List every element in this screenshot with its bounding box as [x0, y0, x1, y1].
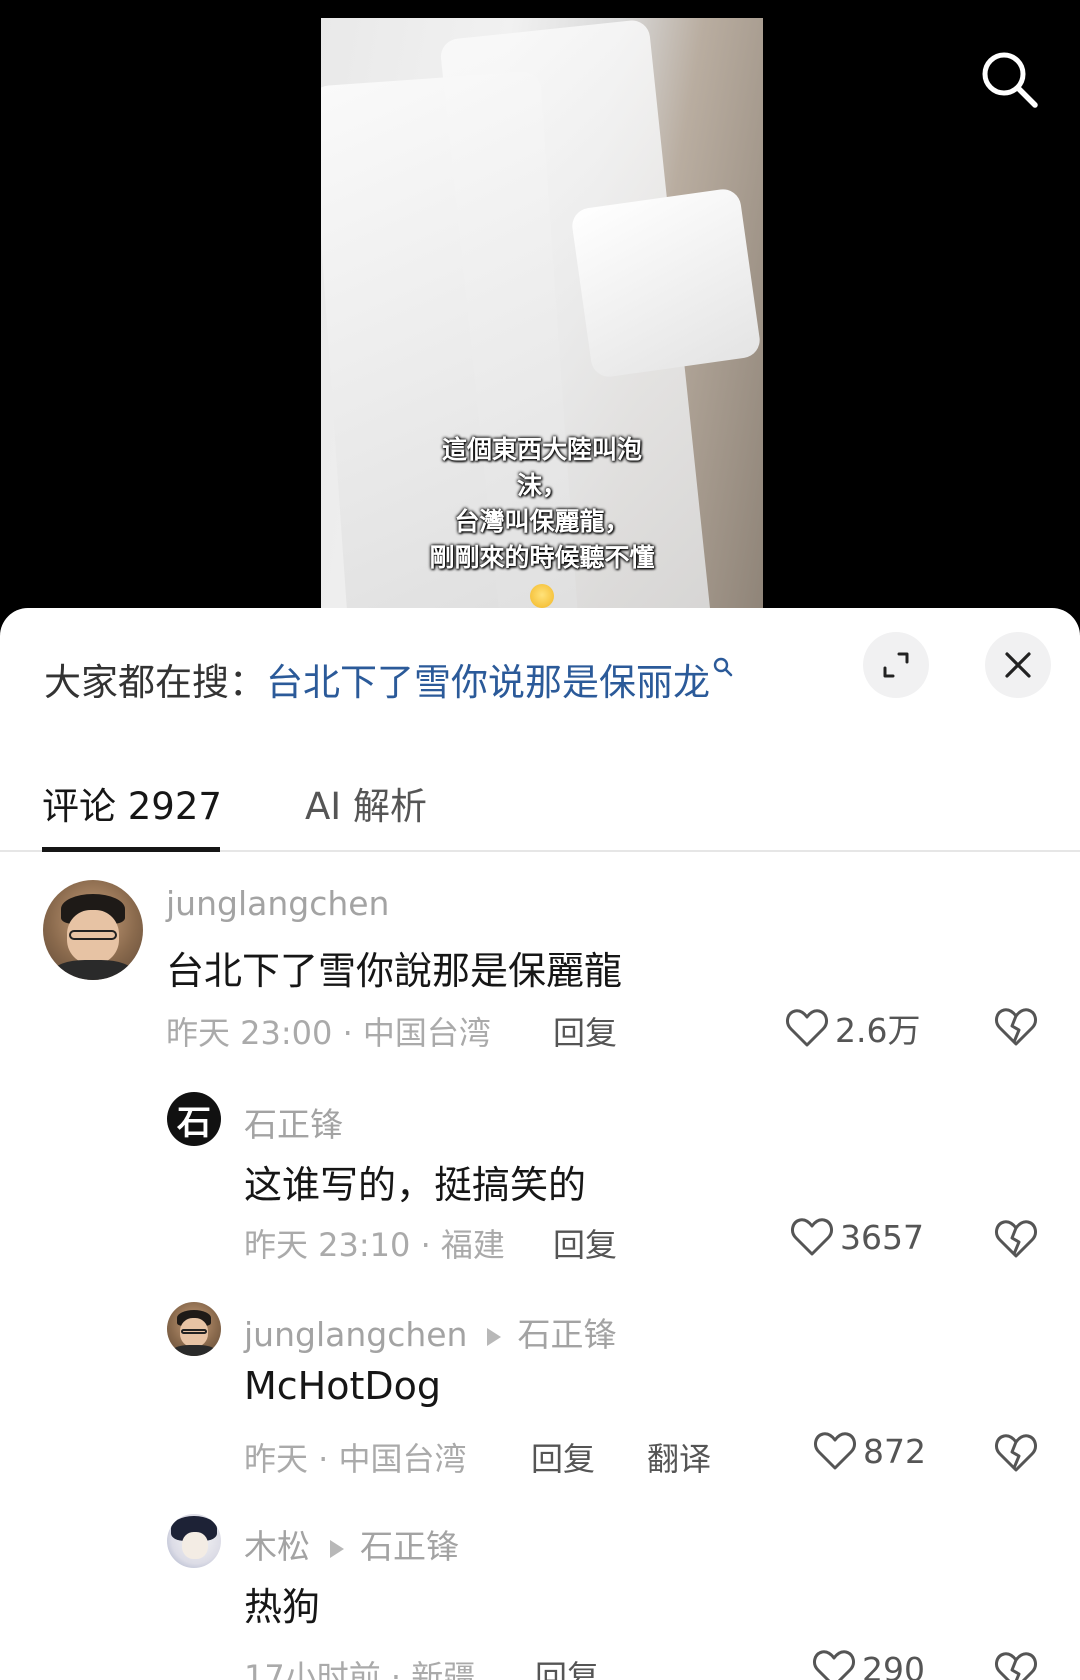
reply-author[interactable]: junglangchen — [244, 1315, 467, 1354]
comment-text: McHotDog — [244, 1364, 442, 1408]
like-button[interactable]: 290 — [812, 1648, 925, 1680]
laughing-emoji-icon — [530, 584, 554, 608]
comment-meta: 昨天 23:10 · 福建 — [244, 1226, 505, 1264]
small-search-icon — [713, 657, 733, 677]
heart-outline-icon — [814, 1432, 856, 1470]
comments-sheet: 大家都在搜：台北下了雪你说那是保丽龙 评论 2927 AI 解析 junglan… — [0, 608, 1080, 1680]
expand-button[interactable] — [863, 632, 929, 698]
broken-heart-icon[interactable] — [994, 1650, 1038, 1680]
comment-meta: 昨天 · 中国台湾 — [244, 1440, 467, 1478]
comment-username[interactable]: 石正锋 — [244, 1098, 343, 1146]
reply-button[interactable]: 回复 — [535, 1652, 599, 1680]
comment-text: 台北下了雪你說那是保麗龍 — [166, 949, 623, 993]
comment-item: junglangchen 石正锋 McHotDog 昨天 · 中国台湾 回复 翻译… — [0, 1302, 1080, 1502]
search-icon[interactable] — [978, 48, 1040, 110]
comment-meta: 17小时前 · 新疆 — [244, 1658, 476, 1680]
reply-target[interactable]: 石正锋 — [517, 1315, 616, 1354]
translate-button[interactable]: 翻译 — [647, 1434, 711, 1480]
reply-button[interactable]: 回复 — [531, 1434, 595, 1480]
comment-item: 石 石正锋 这谁写的，挺搞笑的 昨天 23:10 · 福建 回复 3657 — [0, 1092, 1080, 1292]
video-subtitle: 這個東西大陸叫泡 沫， 台灣叫保麗龍， 剛剛來的時候聽不懂 — [321, 396, 763, 618]
close-button[interactable] — [985, 632, 1051, 698]
video-content — [569, 186, 763, 380]
comment-username[interactable]: junglangchen — [166, 884, 389, 923]
search-suggestion-prefix: 大家都在搜： — [44, 661, 266, 704]
tab-comments[interactable]: 评论 2927 — [42, 776, 222, 830]
active-tab-indicator — [42, 847, 220, 852]
avatar[interactable] — [167, 1302, 221, 1356]
comment-meta: 昨天 23:00 · 中国台湾 — [166, 1014, 491, 1052]
reply-button[interactable]: 回复 — [553, 1220, 617, 1266]
heart-outline-icon — [786, 1009, 828, 1047]
video-frame[interactable]: 這個東西大陸叫泡 沫， 台灣叫保麗龍， 剛剛來的時候聽不懂 — [321, 18, 763, 618]
avatar[interactable] — [167, 1514, 221, 1568]
like-button[interactable]: 872 — [813, 1430, 926, 1472]
like-count: 2.6万 — [835, 1011, 921, 1050]
like-button[interactable]: 2.6万 — [785, 1004, 920, 1052]
reply-arrow-icon — [487, 1327, 502, 1346]
like-count: 872 — [863, 1431, 926, 1471]
comment-username: junglangchen 石正锋 — [244, 1308, 616, 1356]
comment-text: 热狗 — [244, 1585, 321, 1629]
avatar[interactable]: 石 — [167, 1092, 221, 1146]
expand-icon — [883, 652, 909, 678]
video-player[interactable]: 這個東西大陸叫泡 沫， 台灣叫保麗龍， 剛剛來的時候聽不懂 — [0, 0, 1080, 640]
search-suggestion[interactable]: 大家都在搜：台北下了雪你说那是保丽龙 — [44, 652, 734, 706]
reply-author[interactable]: 木松 — [244, 1527, 310, 1566]
comment-item: junglangchen 台北下了雪你說那是保麗龍 昨天 23:00 · 中国台… — [0, 880, 1080, 1080]
like-count: 290 — [862, 1649, 925, 1680]
avatar-letter: 石 — [177, 1102, 211, 1143]
reply-target[interactable]: 石正锋 — [360, 1527, 459, 1566]
broken-heart-icon[interactable] — [994, 1006, 1038, 1048]
heart-outline-icon — [791, 1218, 833, 1256]
comment-item: 木松 石正锋 热狗 17小时前 · 新疆 回复 290 — [0, 1514, 1080, 1680]
tab-ai-analysis[interactable]: AI 解析 — [305, 776, 427, 830]
avatar[interactable] — [43, 880, 143, 980]
comment-username: 木松 石正锋 — [244, 1520, 459, 1568]
close-icon — [1005, 652, 1031, 678]
heart-outline-icon — [813, 1650, 855, 1680]
broken-heart-icon[interactable] — [994, 1218, 1038, 1260]
search-suggestion-keyword[interactable]: 台北下了雪你说那是保丽龙 — [266, 661, 710, 704]
comment-text: 这谁写的，挺搞笑的 — [244, 1163, 587, 1207]
reply-button[interactable]: 回复 — [553, 1008, 617, 1054]
broken-heart-icon[interactable] — [994, 1432, 1038, 1474]
subtitle-text: 這個東西大陸叫泡 沫， 台灣叫保麗龍， 剛剛來的時候聽不懂 — [429, 435, 655, 572]
like-button[interactable]: 3657 — [790, 1216, 924, 1258]
comment-tabs: 评论 2927 AI 解析 — [0, 758, 1080, 852]
like-count: 3657 — [840, 1217, 924, 1257]
reply-arrow-icon — [330, 1539, 344, 1558]
